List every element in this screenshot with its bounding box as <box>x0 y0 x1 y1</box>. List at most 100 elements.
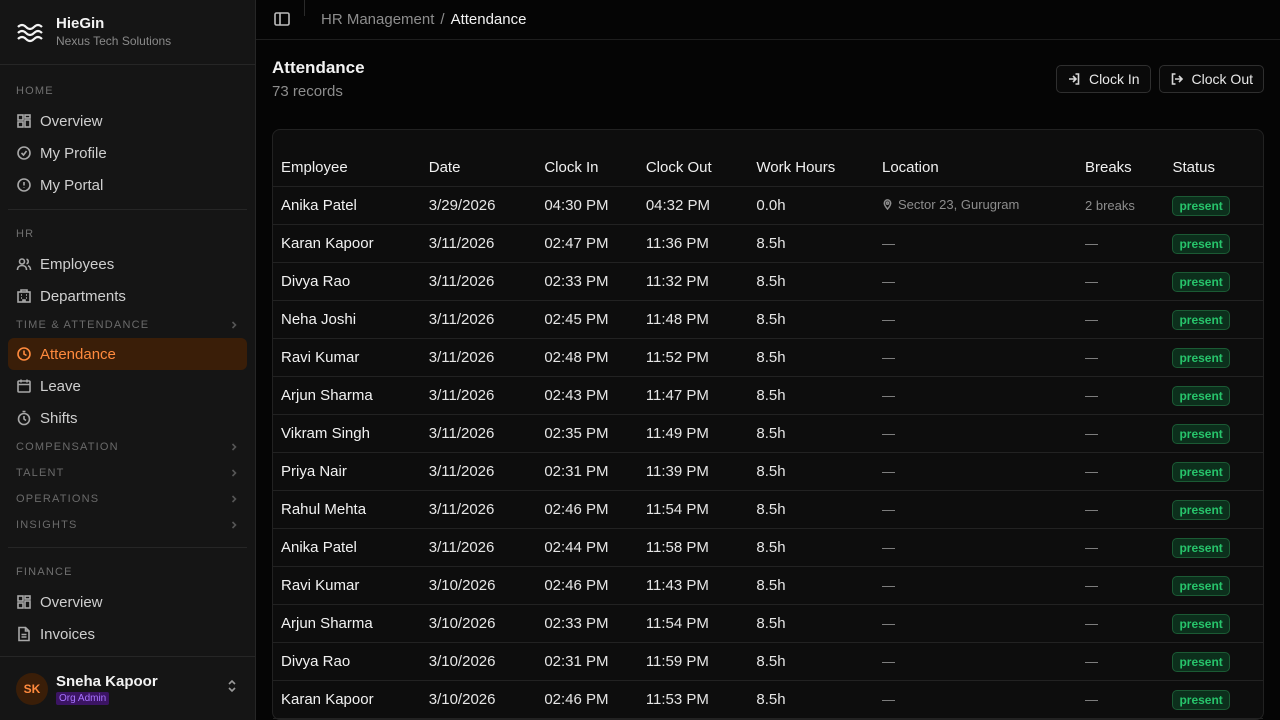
file-icon <box>16 626 32 642</box>
clock-out-cell: 11:53 PM <box>637 680 749 719</box>
info-circle-icon <box>16 177 32 193</box>
breaks-cell: — <box>1077 604 1165 643</box>
location-cell: — <box>873 338 1077 377</box>
table-row[interactable]: Divya Rao 3/11/2026 02:33 PM 11:32 PM 8.5h — —… <box>273 262 1263 301</box>
sidebar-nav: HOME Overview My Profile My Portal HR Em… <box>0 65 255 656</box>
status-cell: present <box>1164 680 1263 719</box>
section-home: HOME Overview My Profile My Portal <box>8 65 247 210</box>
clock-in-cell: 02:31 PM <box>536 452 638 491</box>
status-badge: present <box>1172 271 1230 292</box>
location-cell: — <box>873 452 1077 491</box>
work-hours-cell: 8.5h <box>748 414 874 453</box>
table-row[interactable]: Karan Kapoor 3/11/2026 02:47 PM 11:36 PM 8.5… <box>273 224 1263 263</box>
work-hours-cell: 8.5h <box>748 300 874 339</box>
sidebar-item-employees[interactable]: Employees <box>8 248 247 280</box>
sidebar-item-shifts[interactable]: Shifts <box>8 402 247 434</box>
employee-cell: Arjun Sharma <box>273 376 421 415</box>
group-compensation[interactable]: COMPENSATION <box>8 434 247 460</box>
breaks-cell: — <box>1077 528 1165 567</box>
clock-out-cell: 11:32 PM <box>637 262 749 301</box>
table-row[interactable]: Ravi Kumar 3/10/2026 02:46 PM 11:43 PM 8.5h —… <box>273 566 1263 605</box>
table-row[interactable]: Arjun Sharma 3/10/2026 02:33 PM 11:54 PM 8.5… <box>273 604 1263 643</box>
work-hours-cell: 8.5h <box>748 680 874 719</box>
clock-out-cell: 11:49 PM <box>637 414 749 453</box>
employee-cell: Karan Kapoor <box>273 224 421 263</box>
map-pin-icon <box>883 199 892 210</box>
sidebar-item-attendance[interactable]: Attendance <box>8 338 247 370</box>
work-hours-cell: 8.5h <box>748 528 874 567</box>
employee-cell: Anika Patel <box>273 528 421 567</box>
location-cell: — <box>873 490 1077 529</box>
clock-in-cell: 02:44 PM <box>536 528 638 567</box>
clock-in-cell: 02:33 PM <box>536 262 638 301</box>
date-cell: 3/11/2026 <box>420 414 537 453</box>
table-row[interactable]: Karan Kapoor 3/10/2026 02:46 PM 11:53 PM 8.5… <box>273 680 1263 719</box>
log-in-icon <box>1068 72 1080 85</box>
check-circle-icon <box>16 145 32 161</box>
brand[interactable]: HieGin Nexus Tech Solutions <box>0 0 255 65</box>
sidebar-item-invoices[interactable]: Invoices <box>8 618 247 650</box>
breaks-cell: — <box>1077 680 1165 719</box>
status-badge: present <box>1172 195 1230 216</box>
sidebar-item-label: Departments <box>40 287 126 305</box>
column-header: Breaks <box>1077 129 1165 187</box>
clock-out-button[interactable]: Clock Out <box>1158 64 1264 93</box>
sidebar-item-label: Overview <box>40 593 103 611</box>
brand-name: HieGin <box>56 15 105 32</box>
table-row[interactable]: Rahul Mehta 3/11/2026 02:46 PM 11:54 PM 8.5h… <box>273 490 1263 529</box>
sidebar-item-departments[interactable]: Departments <box>8 280 247 312</box>
sidebar-item-label: Attendance <box>40 345 116 363</box>
employee-cell: Divya Rao <box>273 642 421 681</box>
section-finance: FINANCE Overview Invoices <box>8 547 247 656</box>
group-talent[interactable]: TALENT <box>8 460 247 486</box>
location-cell: Sector 23, Gurugram <box>873 186 1077 225</box>
work-hours-cell: 8.5h <box>748 490 874 529</box>
group-label-insights: INSIGHTS <box>16 519 78 531</box>
work-hours-cell: 8.5h <box>748 604 874 643</box>
location-cell: — <box>873 300 1077 339</box>
sidebar-item-label: Employees <box>40 255 115 273</box>
table-row[interactable]: Vikram Singh 3/11/2026 02:35 PM 11:49 PM 8.5… <box>273 414 1263 453</box>
column-header: Employee <box>273 129 421 187</box>
sidebar-item-leave[interactable]: Leave <box>8 370 247 402</box>
sidebar-toggle-icon[interactable] <box>273 10 291 28</box>
breadcrumb-parent[interactable]: HR Management <box>321 11 434 28</box>
clock-out-cell: 11:48 PM <box>637 300 749 339</box>
table-row[interactable]: Anika Patel 3/11/2026 02:44 PM 11:58 PM 8.5h… <box>273 528 1263 567</box>
status-badge: present <box>1172 689 1230 710</box>
group-operations[interactable]: OPERATIONS <box>8 486 247 512</box>
status-cell: present <box>1164 186 1263 225</box>
user-menu[interactable]: SK Sneha Kapoor Org Admin <box>0 656 255 720</box>
status-cell: present <box>1164 338 1263 377</box>
divider <box>304 0 305 16</box>
clock-out-cell: 11:59 PM <box>637 642 749 681</box>
sidebar: HieGin Nexus Tech Solutions HOME Overvie… <box>0 0 256 720</box>
chevrons-up-down-icon[interactable] <box>225 679 239 698</box>
sidebar-item-overview[interactable]: Overview <box>8 105 247 137</box>
table-row[interactable]: Arjun Sharma 3/11/2026 02:43 PM 11:47 PM 8.5… <box>273 376 1263 415</box>
sidebar-item-finance-overview[interactable]: Overview <box>8 586 247 618</box>
group-insights[interactable]: INSIGHTS <box>8 512 247 538</box>
clock-icon <box>16 346 32 362</box>
table-row[interactable]: Anika Patel 3/29/2026 04:30 PM 04:32 PM 0.0h… <box>273 186 1263 225</box>
group-time-attendance[interactable]: TIME & ATTENDANCE <box>8 312 247 338</box>
table-row[interactable]: Priya Nair 3/11/2026 02:31 PM 11:39 PM 8.5h —… <box>273 452 1263 491</box>
breaks-cell: — <box>1077 262 1165 301</box>
work-hours-cell: 0.0h <box>748 186 874 225</box>
clock-out-cell: 11:47 PM <box>637 376 749 415</box>
clock-out-cell: 11:54 PM <box>637 604 749 643</box>
sidebar-item-my-portal[interactable]: My Portal <box>8 169 247 201</box>
sidebar-item-my-profile[interactable]: My Profile <box>8 137 247 169</box>
clock-in-button[interactable]: Clock In <box>1055 64 1151 93</box>
breadcrumb-separator: / <box>440 10 445 28</box>
breaks-cell: — <box>1077 300 1165 339</box>
table-row[interactable]: Neha Joshi 3/11/2026 02:45 PM 11:48 PM 8.5h —… <box>273 300 1263 339</box>
user-name: Sneha Kapoor <box>56 672 158 690</box>
status-cell: present <box>1164 642 1263 681</box>
table-row[interactable]: Divya Rao 3/10/2026 02:31 PM 11:59 PM 8.5h — —… <box>273 642 1263 681</box>
work-hours-cell: 8.5h <box>748 262 874 301</box>
table-row[interactable]: Ravi Kumar 3/11/2026 02:48 PM 11:52 PM 8.5h —… <box>273 338 1263 377</box>
status-cell: present <box>1164 490 1263 529</box>
work-hours-cell: 8.5h <box>748 642 874 681</box>
role-badge: Org Admin <box>56 691 110 705</box>
